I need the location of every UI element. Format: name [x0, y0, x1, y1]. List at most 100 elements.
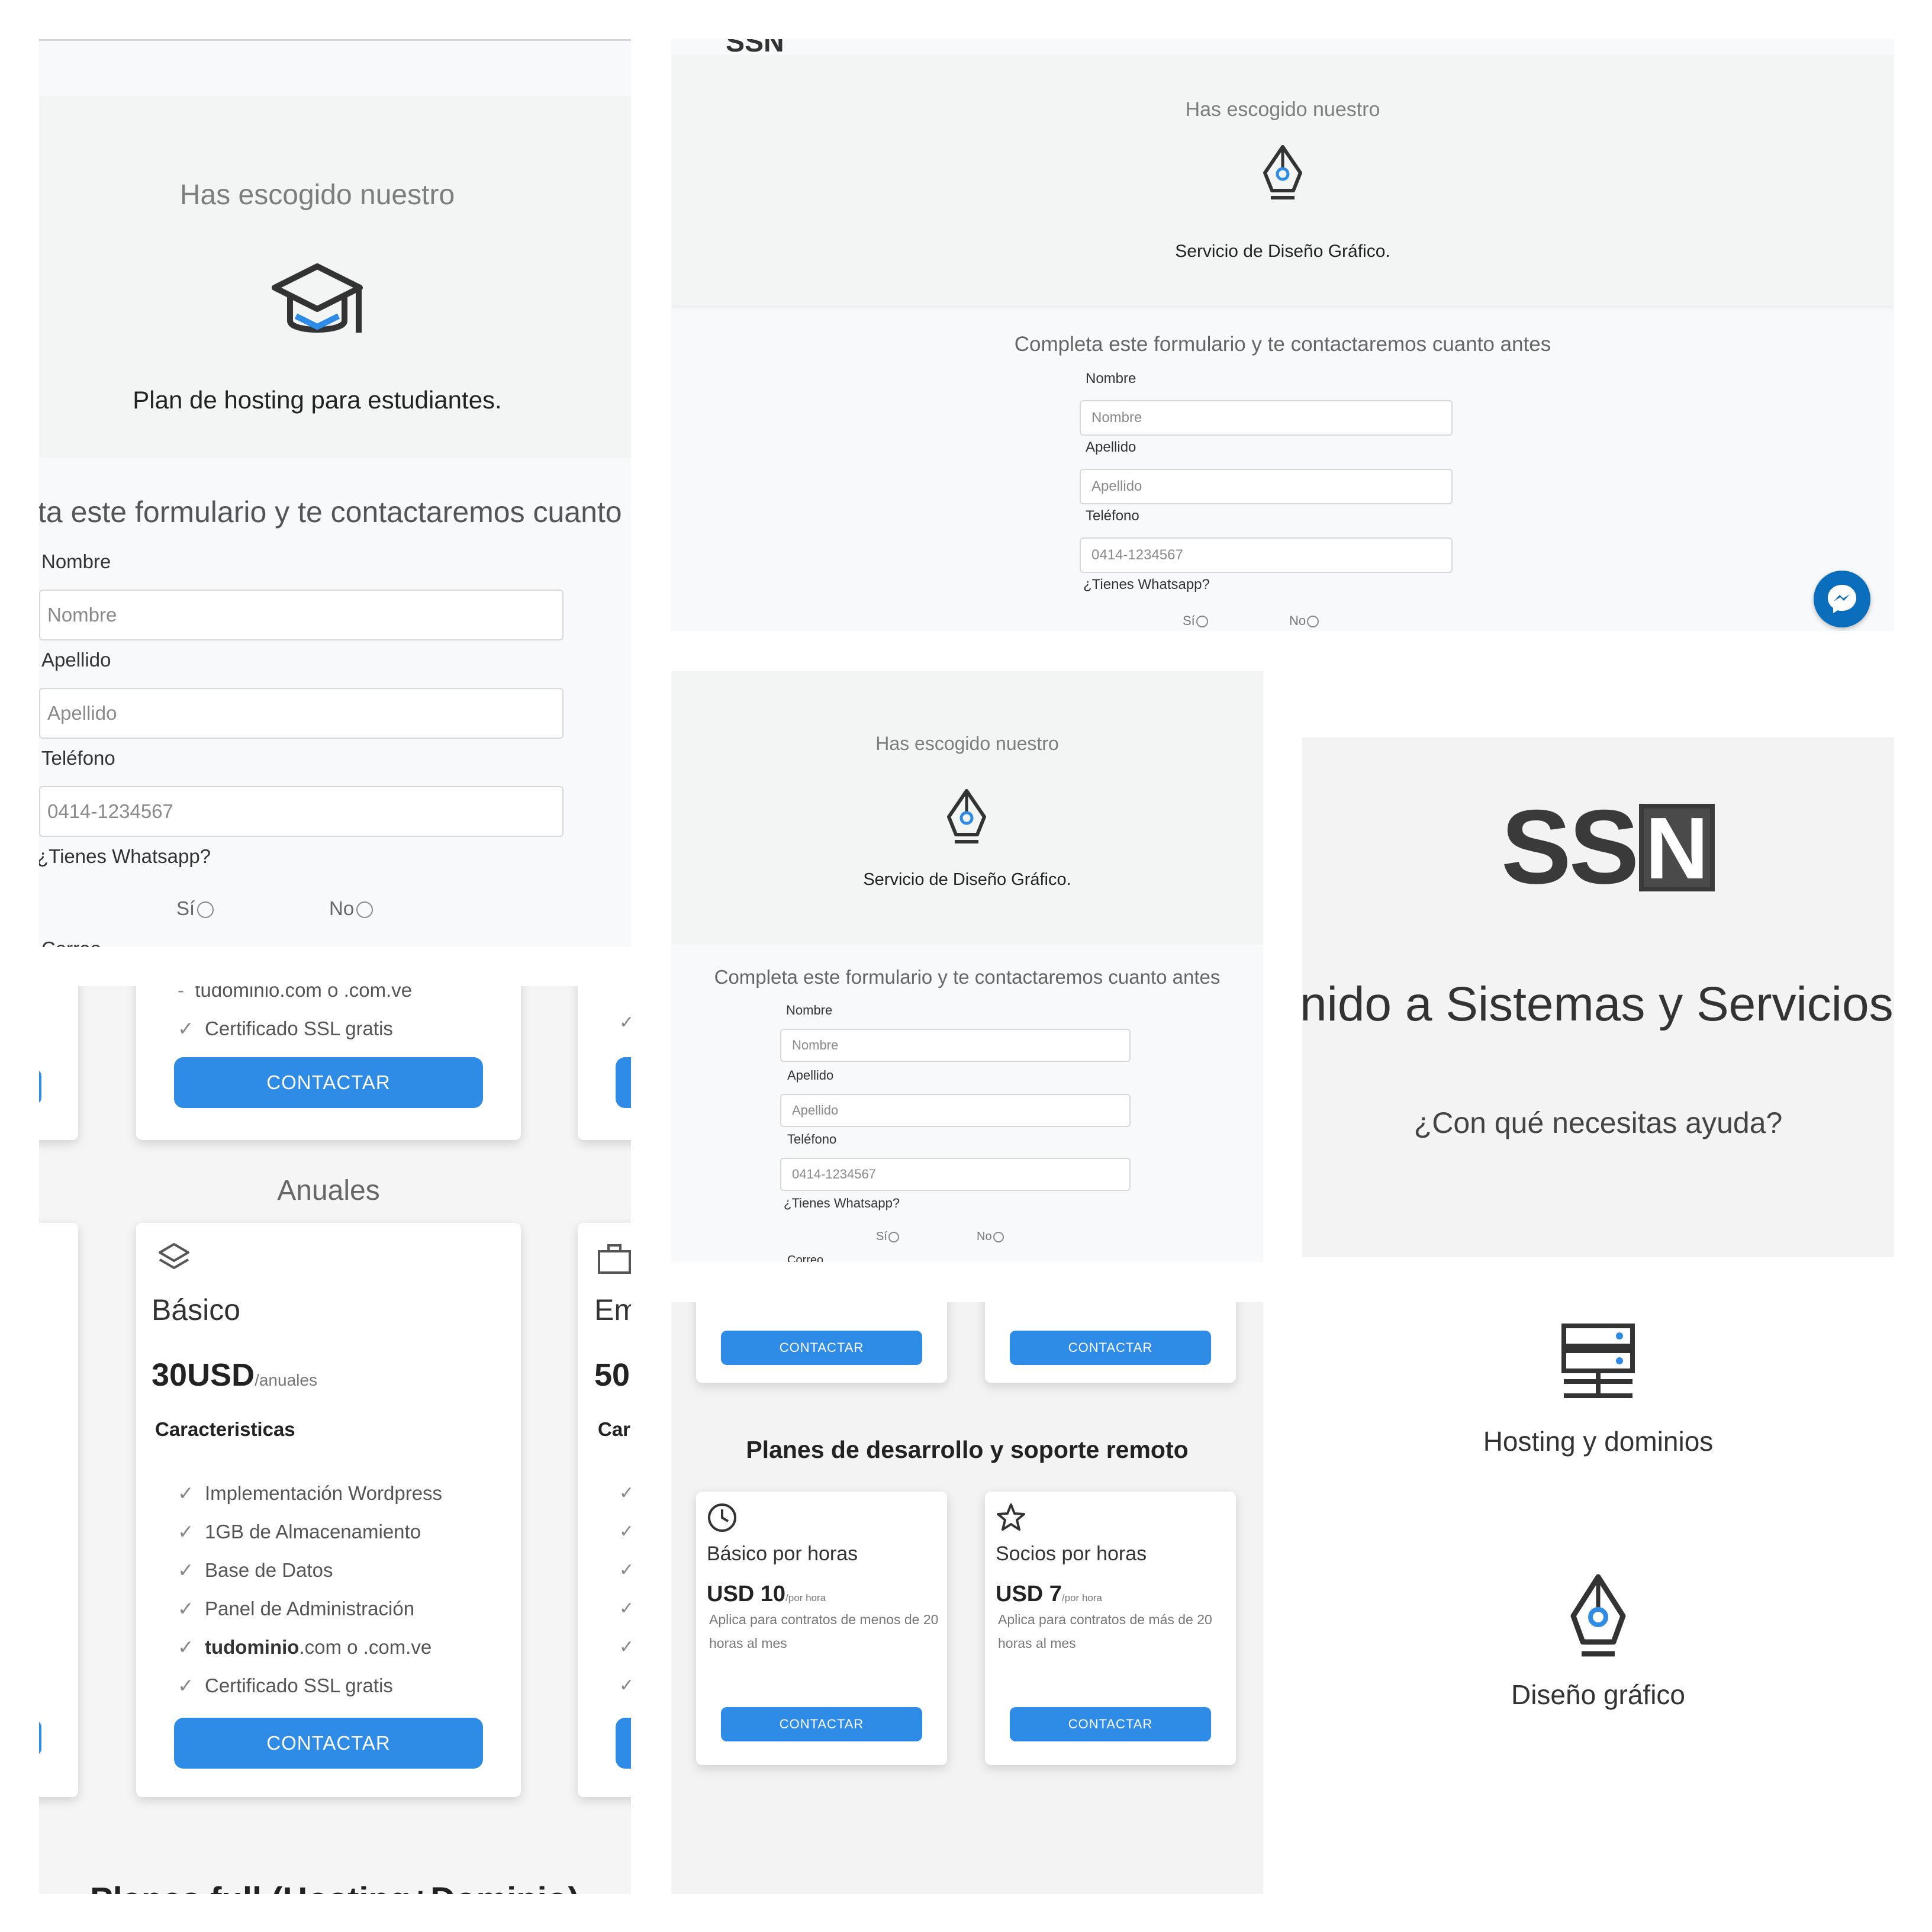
- plan-price: USD 10/por hora: [707, 1582, 826, 1606]
- annual-basic-card: Básico 30USD/anuales Caracteristicas ✓ I…: [136, 1223, 521, 1797]
- plan-title: Básico por horas: [707, 1543, 858, 1565]
- plan-desc: Aplica para contratos de más de 20 horas…: [998, 1612, 1212, 1651]
- service-summary-panel: Has escogido nuestro Servicio de Diseño …: [671, 54, 1894, 305]
- feature-domain-partial: - tudominio.com o .com.ve: [178, 986, 412, 1002]
- ssn-logo-n-box: N: [1639, 804, 1715, 891]
- pen-nib-icon: [945, 787, 988, 846]
- no-radio[interactable]: No: [1289, 613, 1319, 629]
- telefono-input[interactable]: 0414-1234567: [39, 786, 564, 837]
- left-partial-card-top: [39, 986, 78, 1140]
- telefono-input[interactable]: 0414-1234567: [780, 1158, 1131, 1191]
- nombre-label: Nombre: [41, 550, 111, 572]
- section-title: Planes de desarrollo y soporte remoto: [746, 1436, 1189, 1463]
- next-section-title-partial: Planes full (Hosting+Dominio): [90, 1880, 579, 1894]
- plan-card-basic-hours: Básico por horas USD 10/por hora Aplica …: [696, 1492, 947, 1765]
- service-option-hosting[interactable]: Hosting y dominios: [1302, 1320, 1894, 1498]
- apellido-input[interactable]: Apellido: [39, 688, 564, 739]
- graduation-cap-icon: [270, 262, 365, 344]
- nombre-label: Nombre: [786, 1003, 833, 1017]
- feature-item: ✓ 1GB de Almacenamiento: [178, 1521, 421, 1543]
- right-partial-card-bottom: Em 50 Car ✓ ✓ ✓ ✓ ✓ ✓: [578, 1223, 631, 1797]
- whatsapp-label: ¿Tienes Whatsapp?: [39, 845, 211, 867]
- apellido-label: Apellido: [1086, 439, 1136, 455]
- card-price: 30USD/anuales: [152, 1357, 317, 1393]
- left-partial-card-bottom: [39, 1223, 78, 1797]
- service-label: Diseño gráfico: [1511, 1679, 1686, 1710]
- welcome-title-partial: nido a Sistemas y Servicios: [1302, 977, 1894, 1031]
- check-icon: ✓: [178, 1598, 205, 1619]
- tile-welcome: SS N nido a Sistemas y Servicios ¿Con qu…: [1302, 738, 1894, 1257]
- nombre-input[interactable]: Nombre: [1080, 400, 1453, 436]
- left-partial-button-bottom[interactable]: [39, 1720, 41, 1756]
- apellido-input[interactable]: Apellido: [1080, 469, 1453, 504]
- check-icon: ✓: [178, 1482, 205, 1504]
- pen-nib-icon: [1261, 143, 1304, 202]
- service-heading: Has escogido nuestro: [875, 733, 1059, 754]
- tile-student-hosting-form: Has escogido nuestro Plan de hosting par…: [39, 39, 631, 947]
- whatsapp-label: ¿Tienes Whatsapp?: [784, 1196, 900, 1210]
- service-option-design[interactable]: Diseño gráfico: [1302, 1572, 1894, 1750]
- card-title: Básico: [152, 1293, 241, 1326]
- chevron-icon: ✓: [619, 1013, 631, 1032]
- server-icon: [1560, 1322, 1636, 1402]
- plan-price: USD 7/por hora: [996, 1582, 1102, 1606]
- form-title: Completa este formulario y te contactare…: [714, 966, 1221, 988]
- no-radio[interactable]: No: [329, 897, 373, 920]
- si-radio[interactable]: Sí: [876, 1230, 899, 1244]
- tile-remote-support-plans: CONTACTAR CONTACTAR Planes de desarrollo…: [671, 1302, 1263, 1894]
- right-card-features-partial: Car: [598, 1418, 631, 1440]
- top-divider: [39, 39, 631, 41]
- messenger-chat-button[interactable]: [1814, 571, 1870, 627]
- svg-text:N: N: [1646, 809, 1709, 887]
- tile-services: Hosting y dominios Diseño gráfico: [1302, 1302, 1894, 1894]
- clock-icon: [706, 1501, 739, 1534]
- service-label: Hosting y dominios: [1483, 1426, 1714, 1457]
- si-radio[interactable]: Sí: [176, 897, 214, 920]
- right-card-title-partial: Em: [594, 1293, 631, 1326]
- plan-card-partner-hours: Socios por horas USD 7/por hora Aplica p…: [985, 1492, 1236, 1765]
- apellido-input[interactable]: Apellido: [780, 1094, 1131, 1127]
- contactar-button[interactable]: CONTACTAR: [174, 1057, 483, 1108]
- layers-icon: [156, 1241, 192, 1276]
- right-partial-button-top[interactable]: [616, 1057, 631, 1108]
- left-partial-button-top[interactable]: [39, 1069, 41, 1105]
- prev-card-left: CONTACTAR: [696, 1302, 947, 1383]
- nombre-label: Nombre: [1086, 371, 1136, 387]
- right-partial-button-bottom[interactable]: [616, 1718, 631, 1769]
- check-icon: ✓: [178, 1675, 205, 1696]
- monthly-card-bottom: - tudominio.com o .com.ve ✓ Certificado …: [136, 986, 521, 1140]
- check-icon: -: [178, 986, 195, 1001]
- tile-design-form-desktop: SSN Has escogido nuestro Servicio de Dis…: [671, 39, 1894, 631]
- feature-ssl: ✓ Certificado SSL gratis: [178, 1017, 393, 1039]
- plan-desc: Aplica para contratos de menos de 20 hor…: [709, 1612, 939, 1651]
- right-partial-card-top: ✓: [578, 986, 631, 1140]
- check-icon: ✓: [178, 1017, 205, 1039]
- feature-item: ✓ Implementación Wordpress: [178, 1482, 443, 1504]
- plan-summary-panel: Has escogido nuestro Plan de hosting par…: [39, 96, 631, 458]
- feature-item: ✓ tudominio.com o .com.ve: [178, 1636, 432, 1658]
- ssn-logo-text: SS: [1501, 788, 1639, 906]
- tile-design-form-mobile: Has escogido nuestro Servicio de Diseño …: [671, 671, 1263, 1262]
- contactar-button[interactable]: CONTACTAR: [721, 1707, 922, 1741]
- correo-label: Correo: [41, 938, 101, 947]
- messenger-icon: [1824, 581, 1860, 617]
- check-icon: ✓: [178, 1559, 205, 1581]
- no-radio[interactable]: No: [977, 1230, 1004, 1244]
- right-card-price-partial: 50: [594, 1357, 630, 1393]
- annual-section-title: Anuales: [277, 1175, 380, 1206]
- contactar-button[interactable]: CONTACTAR: [174, 1718, 483, 1769]
- si-radio[interactable]: Sí: [1183, 613, 1208, 629]
- contactar-button[interactable]: CONTACTAR: [1010, 1331, 1211, 1365]
- service-name: Servicio de Diseño Gráfico.: [1175, 242, 1390, 261]
- whatsapp-label: ¿Tienes Whatsapp?: [1083, 577, 1210, 593]
- nombre-input[interactable]: Nombre: [780, 1029, 1131, 1062]
- service-heading: Has escogido nuestro: [1185, 98, 1380, 121]
- nombre-input[interactable]: Nombre: [39, 590, 564, 640]
- service-summary-panel: Has escogido nuestro Servicio de Diseño …: [671, 671, 1263, 945]
- correo-label: Correo: [787, 1254, 824, 1262]
- telefono-label: Teléfono: [41, 747, 115, 769]
- contactar-button[interactable]: CONTACTAR: [1010, 1707, 1211, 1741]
- telefono-input[interactable]: 0414-1234567: [1080, 537, 1453, 573]
- telefono-label: Teléfono: [787, 1132, 837, 1147]
- contactar-button[interactable]: CONTACTAR: [721, 1331, 922, 1365]
